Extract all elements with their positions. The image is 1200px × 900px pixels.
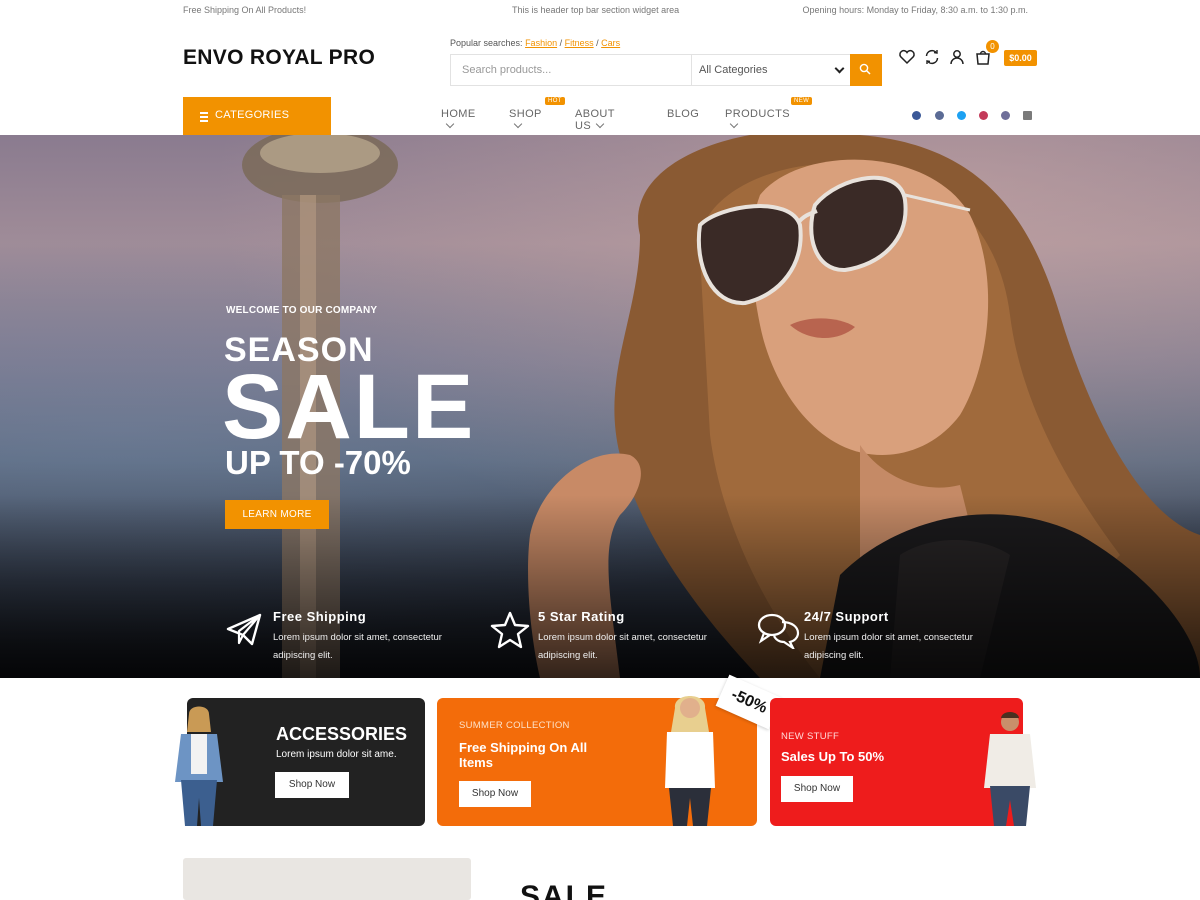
feature-free-shipping: Free Shipping Lorem ipsum dolor sit amet…	[225, 607, 465, 667]
hero-sale-text: SALE	[222, 356, 476, 458]
pinterest-icon[interactable]	[935, 111, 944, 120]
promo-subtitle: SUMMER COLLECTION	[459, 720, 570, 731]
search-input[interactable]	[451, 55, 691, 85]
promo-text: Lorem ipsum dolor sit ame.	[276, 749, 397, 760]
hero-banner: WELCOME TO OUR COMPANY SEASON SALE UP TO…	[0, 135, 1200, 678]
compare-icon[interactable]	[923, 48, 941, 66]
promo-subtitle: NEW STUFF	[781, 731, 840, 742]
categories-button-label: CATEGORIES	[215, 109, 290, 121]
feature-text: Lorem ipsum dolor sit amet, consectetur …	[273, 632, 442, 661]
feature-support: 24/7 Support Lorem ipsum dolor sit amet,…	[756, 607, 996, 667]
feature-text: Lorem ipsum dolor sit amet, consectetur …	[804, 632, 973, 661]
product-image-placeholder	[183, 858, 471, 900]
popular-link-fashion[interactable]: Fashion	[525, 38, 557, 48]
feature-title: Free Shipping	[273, 609, 367, 624]
nav-item-label: BLOG	[667, 108, 700, 120]
model-woman-image	[175, 706, 223, 826]
feature-title: 24/7 Support	[804, 609, 889, 624]
topbar-hours-text: Opening hours: Monday to Friday, 8:30 a.…	[802, 5, 1028, 15]
hero-welcome-text: WELCOME TO OUR COMPANY	[226, 305, 378, 316]
facebook-icon[interactable]	[912, 111, 921, 120]
chevron-down-icon	[595, 119, 605, 129]
user-icon[interactable]	[948, 48, 966, 66]
instagram-icon[interactable]	[1001, 111, 1010, 120]
nav-item-about-us[interactable]: ABOUT US	[575, 108, 615, 132]
nav-item-label: ABOUT US	[575, 108, 615, 132]
shop-now-button[interactable]: Shop Now	[459, 781, 531, 807]
promo-title: ACCESSORIES	[276, 724, 408, 744]
search-bar: All Categories	[450, 54, 882, 86]
calendar-icon[interactable]	[1023, 111, 1032, 120]
popular-searches-label: Popular searches:	[450, 38, 523, 48]
popular-link-fitness[interactable]: Fitness	[565, 38, 594, 48]
chevron-down-icon	[834, 63, 845, 74]
promo-summer-collection[interactable]: SUMMER COLLECTION Free Shipping On All I…	[437, 674, 783, 826]
category-select[interactable]: All Categories	[691, 55, 851, 85]
promo-accessories[interactable]: ACCESSORIES Lorem ipsum dolor sit ame. S…	[175, 698, 425, 826]
cart-count-badge: 0	[986, 40, 999, 53]
search-button[interactable]	[850, 54, 882, 86]
twitter-icon[interactable]	[957, 111, 966, 120]
learn-more-button[interactable]: LEARN MORE	[225, 500, 329, 529]
nav-item-products[interactable]: NEW PRODUCTS	[725, 97, 813, 132]
star-icon	[490, 611, 530, 649]
heart-icon[interactable]	[898, 48, 916, 66]
nav-item-label: HOME	[441, 108, 476, 120]
nav-item-shop[interactable]: HOT SHOP	[509, 97, 565, 132]
section-title: SALE	[520, 880, 609, 900]
search-icon	[859, 63, 871, 75]
shop-now-button[interactable]: Shop Now	[781, 776, 853, 802]
promo-new-stuff[interactable]: NEW STUFF Sales Up To 50% Shop Now	[770, 698, 1036, 826]
topbar-shipping-text: Free Shipping On All Products!	[183, 5, 307, 15]
chevron-down-icon	[445, 119, 455, 129]
youtube-icon[interactable]	[979, 111, 988, 120]
categories-button[interactable]: CATEGORIES	[183, 97, 331, 135]
popular-searches: Popular searches: Fashion / Fitness / Ca…	[450, 38, 621, 48]
nav-item-blog[interactable]: BLOG	[667, 108, 699, 120]
promo-title: Sales Up To 50%	[781, 749, 885, 764]
menu-icon	[200, 112, 208, 124]
promo-title: Free Shipping On All Items	[459, 740, 588, 770]
nav-badge-hot: HOT	[545, 97, 565, 105]
chevron-down-icon	[513, 119, 523, 129]
feature-text: Lorem ipsum dolor sit amet, consectetur …	[538, 632, 707, 661]
nav-item-home[interactable]: HOME	[441, 108, 476, 132]
feature-title: 5 Star Rating	[538, 609, 625, 624]
nav-badge-new: NEW	[791, 97, 813, 105]
paper-plane-icon	[226, 613, 262, 646]
top-bar: Free Shipping On All Products! This is h…	[0, 0, 1200, 24]
nav-item-label: PRODUCTS	[725, 108, 790, 120]
popular-link-cars[interactable]: Cars	[601, 38, 620, 48]
hero-discount-text: UP TO -70%	[225, 444, 411, 481]
model-woman-white-shirt-image	[665, 696, 715, 826]
site-logo[interactable]: ENVO ROYAL PRO	[183, 46, 375, 70]
topbar-widget-text: This is header top bar section widget ar…	[512, 5, 680, 15]
model-man-image	[984, 712, 1036, 826]
chevron-down-icon	[729, 119, 739, 129]
chat-icon	[757, 613, 800, 649]
cart-total[interactable]: $0.00	[1004, 50, 1037, 66]
shop-now-button[interactable]: Shop Now	[275, 772, 349, 798]
feature-rating: 5 Star Rating Lorem ipsum dolor sit amet…	[490, 607, 730, 667]
category-select-value: All Categories	[699, 64, 768, 76]
nav-item-label: SHOP	[509, 108, 542, 120]
